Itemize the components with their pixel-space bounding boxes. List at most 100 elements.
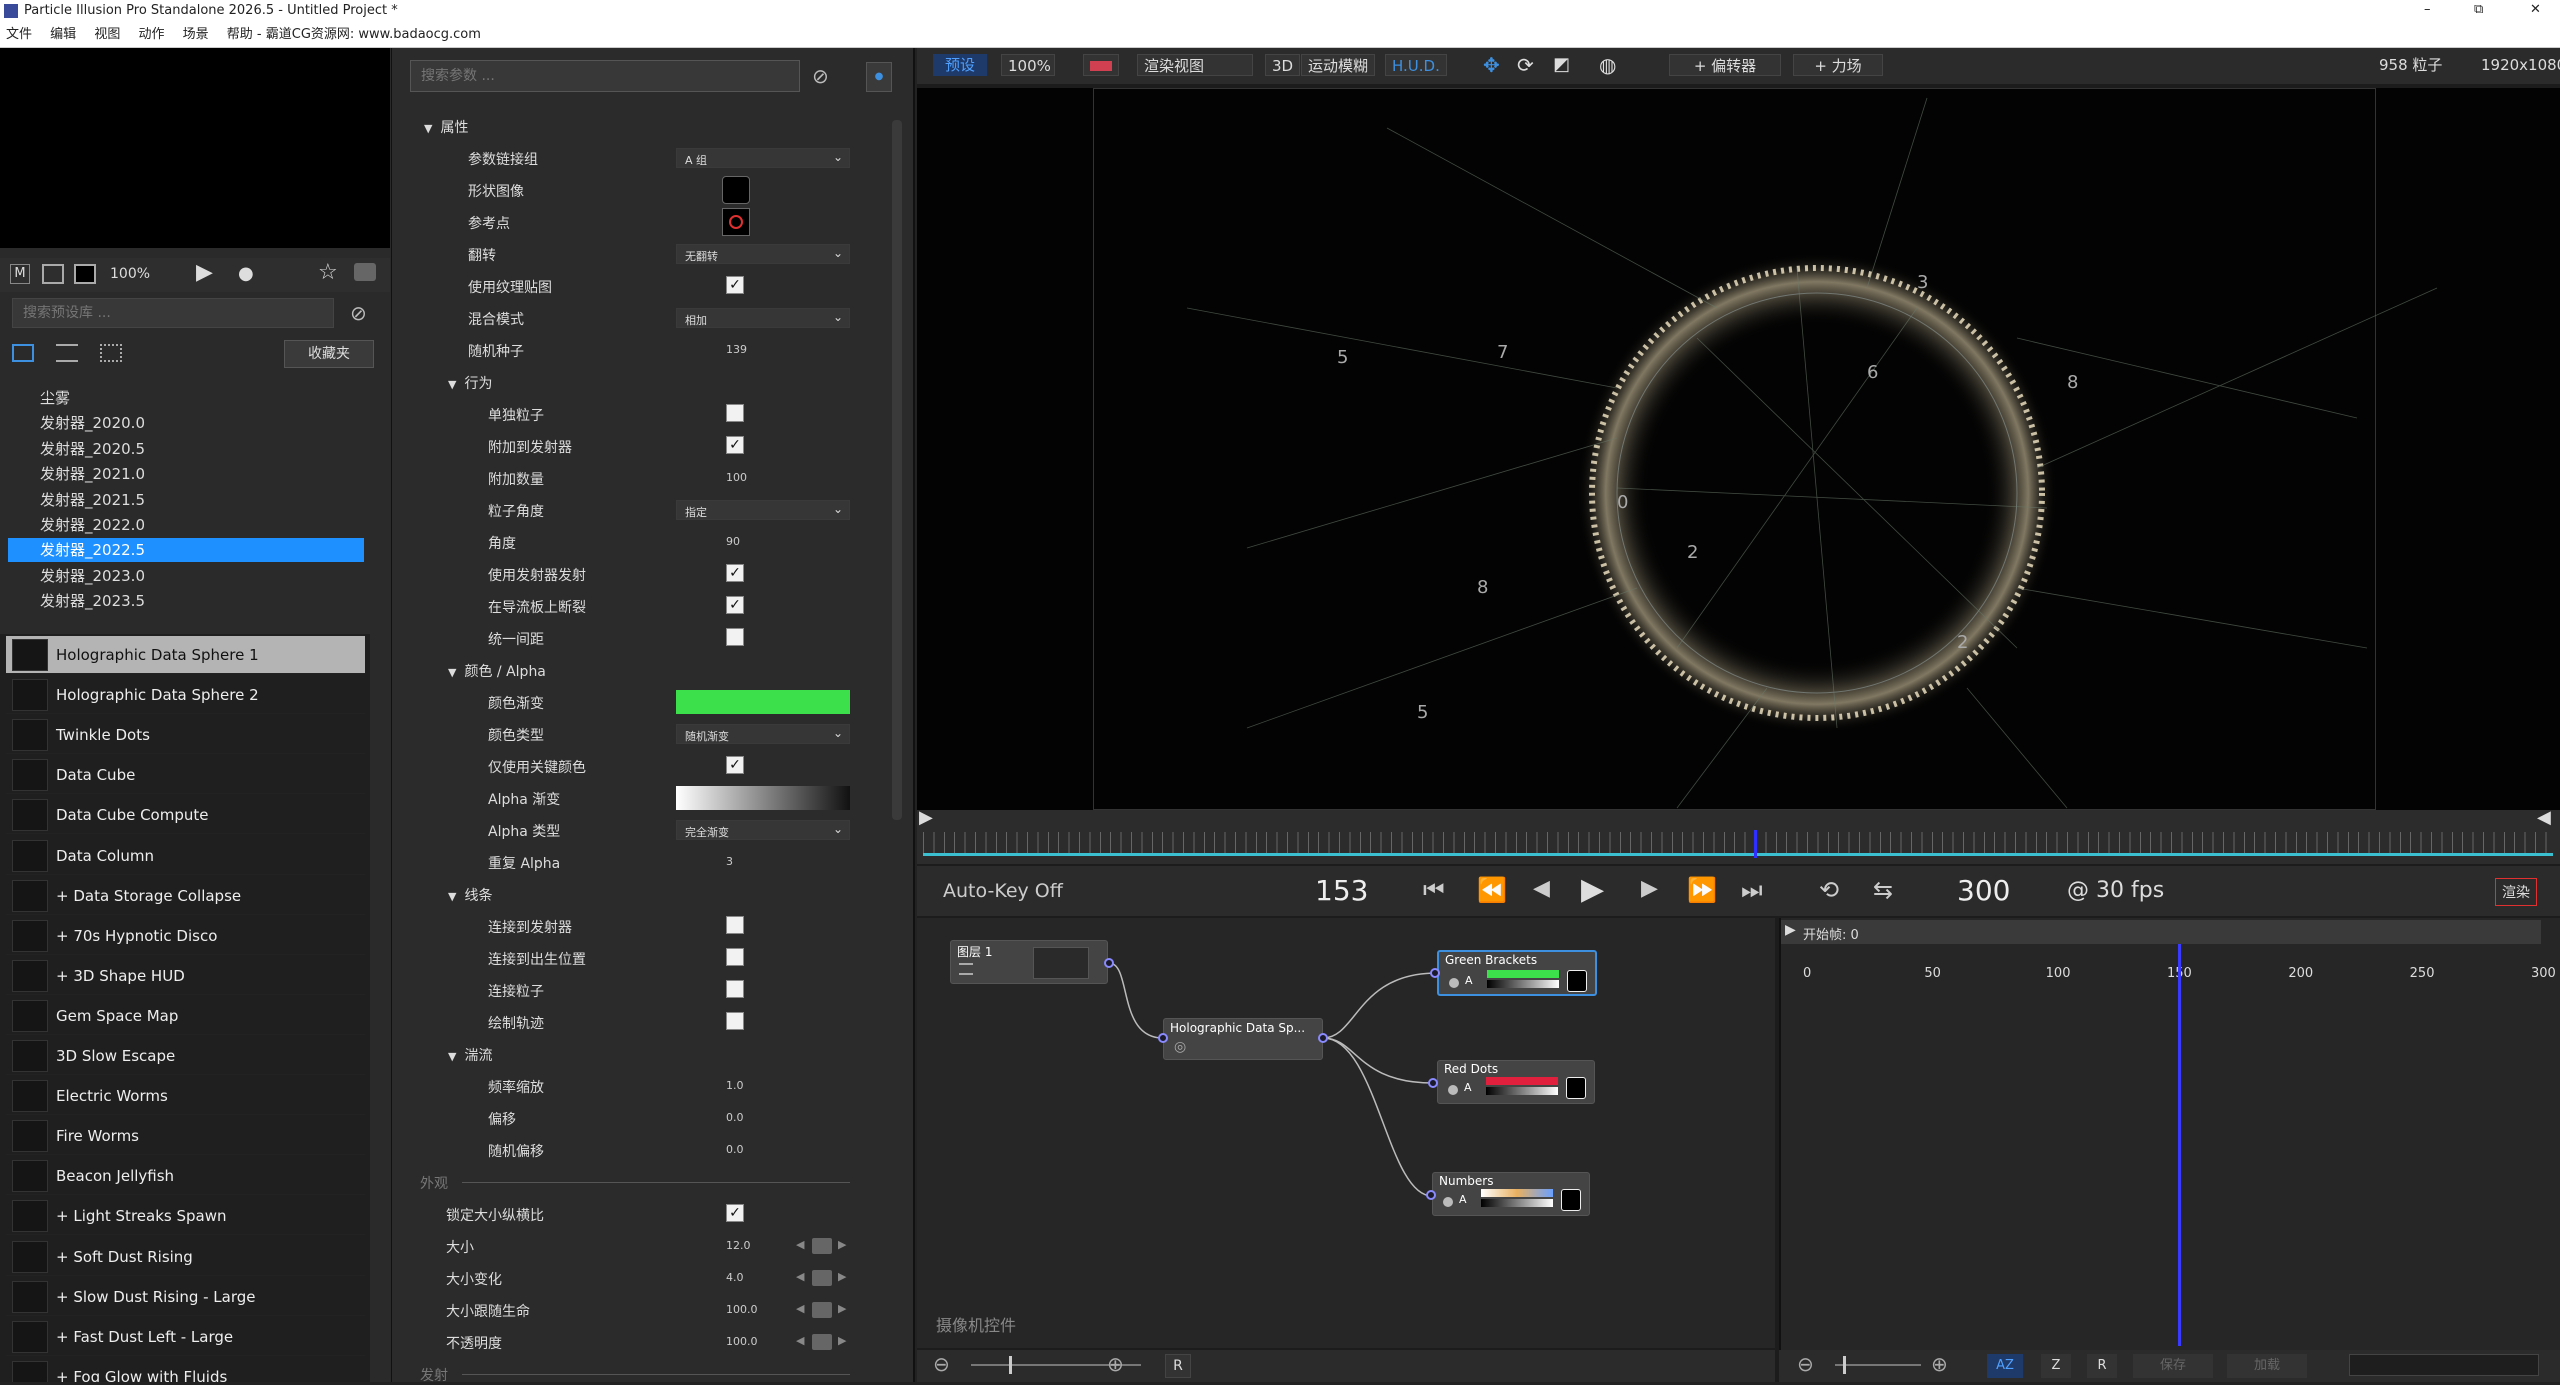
param-checkbox[interactable]: ✓ xyxy=(726,276,744,294)
emitter-node[interactable]: Holographic Data Sp... ◎ xyxy=(1163,1018,1323,1060)
red-dots-node[interactable]: Red Dots A xyxy=(1437,1060,1595,1104)
red-vis-dot[interactable] xyxy=(1448,1085,1458,1095)
numbers-node[interactable]: Numbers A xyxy=(1432,1172,1590,1216)
param-dropdown[interactable]: 随机渐变 ⌄ xyxy=(676,724,850,744)
emitter-out-port[interactable] xyxy=(1318,1033,1328,1043)
layer-menu-icon[interactable] xyxy=(959,963,973,975)
collapse-triangle-icon[interactable]: ▼ xyxy=(448,666,456,679)
slider-handle-icon[interactable] xyxy=(812,1302,832,1318)
param-dropdown[interactable]: 完全渐变 ⌄ xyxy=(676,820,850,840)
maximize-button[interactable]: ⧉ xyxy=(2474,2,2483,17)
spinner-arrows-icon[interactable]: ◀ xyxy=(796,1270,804,1283)
reference-point-icon[interactable] xyxy=(722,208,750,236)
r-button[interactable]: R xyxy=(2087,1354,2117,1378)
param-scrollbar[interactable] xyxy=(892,120,902,820)
green-in-port[interactable] xyxy=(1430,968,1440,978)
save-button[interactable]: 保存 xyxy=(2133,1354,2213,1378)
zoom-out-icon[interactable]: ⊖ xyxy=(933,1352,950,1376)
param-value[interactable]: 12.0 xyxy=(726,1239,751,1252)
pingpong-icon[interactable]: ⇆ xyxy=(1873,876,1893,904)
scale-icon[interactable]: ◩ xyxy=(1547,54,1576,76)
section-turbulence[interactable]: ▼ 湍流 xyxy=(448,1045,492,1065)
menu-action[interactable]: 动作 xyxy=(138,22,164,48)
range-end-handle[interactable]: ◀ xyxy=(2537,807,2551,828)
preset-item[interactable]: Gem Space Map xyxy=(6,997,365,1035)
skip-end-icon[interactable]: ⏭ xyxy=(1741,876,1763,904)
preset-item[interactable]: + Slow Dust Rising - Large xyxy=(6,1278,365,1316)
thumb-view-icon[interactable] xyxy=(100,344,122,362)
menu-help[interactable]: 帮助 - 霸道CG资源网: www.badaocg.com xyxy=(227,22,481,48)
menu-scene[interactable]: 场景 xyxy=(183,22,209,48)
step-back-icon[interactable]: ◀ xyxy=(1533,876,1550,901)
detail-view-icon[interactable] xyxy=(56,344,78,362)
range-start-handle[interactable]: ▶ xyxy=(919,807,933,828)
grid-icon[interactable] xyxy=(42,264,64,284)
menu-file[interactable]: 文件 xyxy=(6,22,32,48)
spinner-arrows-icon[interactable]: ◀ xyxy=(796,1334,804,1347)
section-attributes[interactable]: ▼ 属性 xyxy=(424,117,468,137)
param-checkbox[interactable]: ✓ xyxy=(726,596,744,614)
mode-m-button[interactable]: M xyxy=(10,264,30,284)
param-clear-icon[interactable]: ⊘ xyxy=(812,64,829,88)
loop-icon[interactable]: ⟲ xyxy=(1819,876,1839,904)
layer-out-port[interactable] xyxy=(1104,958,1114,968)
rewind-icon[interactable]: ⏪ xyxy=(1477,876,1507,904)
background-color-button[interactable] xyxy=(1083,54,1119,76)
preset-item[interactable]: Beacon Jellyfish xyxy=(6,1157,365,1196)
emitter-group-item[interactable]: 发射器_2021.0 xyxy=(8,462,364,486)
timeline-panel[interactable] xyxy=(1779,918,2560,1350)
slider-handle-icon[interactable] xyxy=(812,1334,832,1350)
preview-button[interactable]: 预设 xyxy=(933,54,988,76)
node-zoom-thumb[interactable] xyxy=(1009,1356,1012,1374)
section-behavior[interactable]: ▼ 行为 xyxy=(448,373,492,393)
rotate-icon[interactable]: ⟳ xyxy=(1511,54,1540,76)
param-search-input[interactable] xyxy=(410,60,800,92)
menu-view[interactable]: 视图 xyxy=(94,22,120,48)
spinner-arrows-icon[interactable]: ◀ xyxy=(796,1238,804,1251)
preset-item[interactable]: + Data Storage Collapse xyxy=(6,877,365,915)
preset-item[interactable]: Data Cube Compute xyxy=(6,796,365,835)
globe-icon[interactable]: ◍ xyxy=(1593,54,1622,76)
color-gradient-swatch[interactable] xyxy=(676,690,850,714)
preset-item[interactable]: Twinkle Dots xyxy=(6,716,365,755)
favorites-button[interactable]: 收藏夹 xyxy=(284,340,374,368)
az-button[interactable]: AZ xyxy=(1987,1354,2023,1378)
step-fwd-icon[interactable]: ▶ xyxy=(1641,876,1658,901)
z-button[interactable]: Z xyxy=(2041,1354,2071,1378)
param-dropdown[interactable]: 无翻转 ⌄ xyxy=(676,244,850,264)
param-dropdown[interactable]: 相加 ⌄ xyxy=(676,308,850,328)
viewport-zoom[interactable]: 100% xyxy=(1001,54,1055,76)
collapse-triangle-icon[interactable]: ▼ xyxy=(448,1050,456,1063)
spinner-arrows-icon[interactable]: ▶ xyxy=(838,1302,846,1315)
param-value[interactable]: 0.0 xyxy=(726,1111,744,1124)
emitter-group-item[interactable]: 发射器_2020.5 xyxy=(8,437,364,461)
slider-handle-icon[interactable] xyxy=(812,1238,832,1254)
timeline-scrollbar[interactable] xyxy=(2349,1354,2539,1376)
emitter-group-item[interactable]: 发射器_2023.0 xyxy=(8,564,364,588)
param-checkbox[interactable] xyxy=(726,916,744,934)
param-value[interactable]: 100.0 xyxy=(726,1303,758,1316)
timeline-playhead[interactable] xyxy=(2178,944,2182,1346)
spinner-arrows-icon[interactable]: ▶ xyxy=(838,1334,846,1347)
minimize-button[interactable]: – xyxy=(2424,2,2431,17)
preset-item[interactable]: Data Column xyxy=(6,837,365,875)
skip-start-icon[interactable]: ⏮ xyxy=(1423,876,1445,904)
emitter-group-item[interactable]: 发射器_2020.0 xyxy=(8,411,364,435)
param-value[interactable]: 3 xyxy=(726,855,733,868)
collapse-triangle-icon[interactable]: ▼ xyxy=(448,890,456,903)
timeline-scrubber[interactable]: ▶ ◀ xyxy=(917,807,2560,864)
emitter-in-port[interactable] xyxy=(1158,1033,1168,1043)
green-brackets-node[interactable]: Green Brackets A xyxy=(1437,950,1597,996)
param-checkbox[interactable]: ✓ xyxy=(726,436,744,454)
hud-button[interactable]: H.U.D. xyxy=(1385,54,1447,76)
emitter-group-item[interactable]: 尘雾 xyxy=(8,386,364,410)
param-dropdown[interactable]: 指定 ⌄ xyxy=(676,500,850,520)
emitter-group-item[interactable]: 发射器_2022.0 xyxy=(8,513,364,537)
red-in-port[interactable] xyxy=(1428,1078,1438,1088)
param-value[interactable]: 139 xyxy=(726,343,747,356)
param-checkbox[interactable] xyxy=(726,980,744,998)
camera-icon[interactable] xyxy=(354,263,376,281)
param-checkbox[interactable] xyxy=(726,1012,744,1030)
tl-zoom-thumb[interactable] xyxy=(1843,1356,1846,1374)
zoom-in-icon[interactable]: ⊕ xyxy=(1107,1352,1124,1376)
